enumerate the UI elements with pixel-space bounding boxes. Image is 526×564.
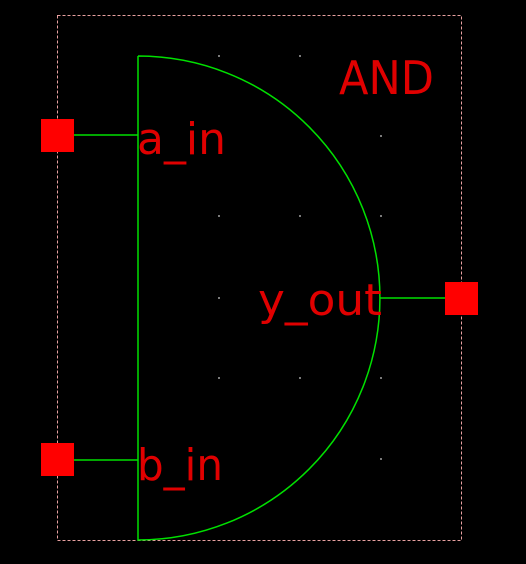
a-in-pin[interactable] xyxy=(41,119,74,152)
gate-name-label: AND xyxy=(339,51,434,105)
schematic-symbol-canvas: AND a_in b_in y_out xyxy=(41,15,478,541)
y-out-label: y_out xyxy=(258,275,382,326)
b-in-pin[interactable] xyxy=(41,443,74,476)
b-in-label: b_in xyxy=(137,440,223,491)
y-out-pin[interactable] xyxy=(445,282,478,315)
a-in-label: a_in xyxy=(137,114,226,165)
